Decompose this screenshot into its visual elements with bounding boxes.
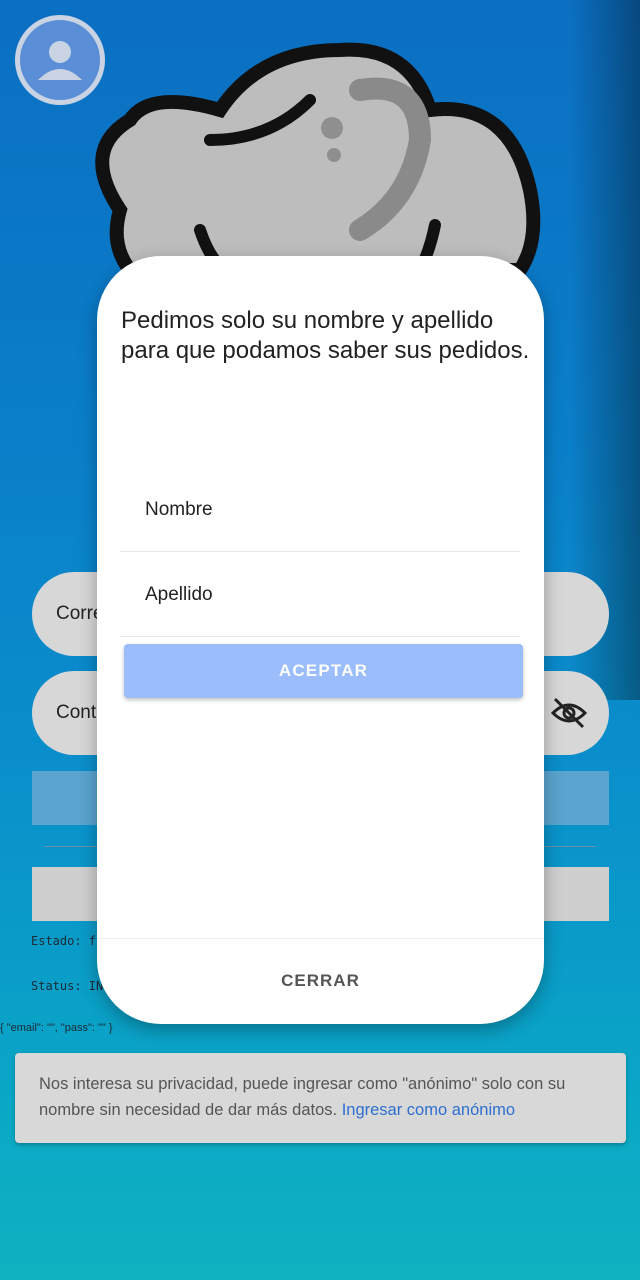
- close-button[interactable]: CERRAR: [97, 956, 544, 1006]
- estado-text: Estado: f: [31, 934, 97, 948]
- eye-off-icon[interactable]: [549, 693, 589, 733]
- dialog-divider: [97, 938, 544, 939]
- password-field-label: Cont: [56, 702, 97, 723]
- json-debug-text: { "email": "", "pass": "" }: [0, 1022, 113, 1034]
- apellido-row: [120, 553, 520, 637]
- apellido-input[interactable]: [120, 553, 520, 636]
- nombre-input[interactable]: [120, 468, 520, 551]
- accept-button[interactable]: ACEPTAR: [124, 644, 523, 698]
- dialog-message: Pedimos solo su nombre y apellido para q…: [121, 307, 530, 364]
- anonymous-login-link[interactable]: Ingresar como anónimo: [342, 1101, 515, 1119]
- logo-mascot: [95, 42, 541, 277]
- nombre-row: [120, 468, 520, 552]
- status-text: Status: IN: [31, 979, 104, 993]
- privacy-notice: Nos interesa su privacidad, puede ingres…: [15, 1053, 626, 1143]
- name-dialog: Pedimos solo su nombre y apellido para q…: [97, 256, 544, 1024]
